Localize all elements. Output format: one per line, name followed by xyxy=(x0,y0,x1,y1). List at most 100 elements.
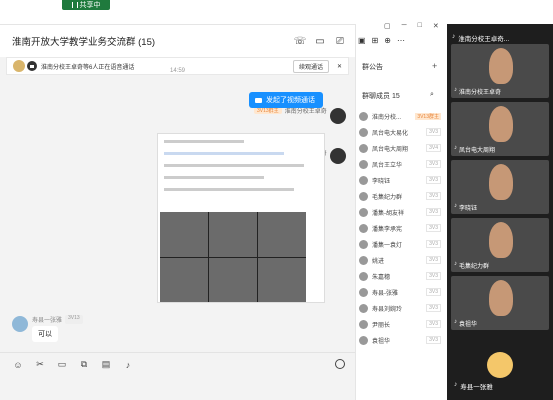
notice-title[interactable]: 群公告 xyxy=(362,62,383,72)
apps-icon[interactable]: ⊞ xyxy=(372,36,379,45)
member-item[interactable]: 淮南分校... 3V13群主 xyxy=(359,110,441,122)
more-icon[interactable]: ⋯ xyxy=(397,36,405,45)
emoji-icon[interactable]: ☺ xyxy=(12,359,24,371)
member-name: 凤台王立华 xyxy=(372,162,403,169)
member-tag: 3V3 xyxy=(426,192,441,200)
member-item[interactable]: 凤台电大周翔 3V4 xyxy=(359,142,441,154)
member-name: 凤台电大周翔 xyxy=(372,146,409,153)
member-item[interactable]: 潘集一袁灯 3V3 xyxy=(359,238,441,250)
participant-name: 袁祖华 xyxy=(459,322,478,328)
avatar xyxy=(359,223,368,233)
microphone-icon[interactable]: ♪ xyxy=(122,359,134,371)
member-name: 淮南分校... xyxy=(372,114,402,121)
video-tile[interactable]: ♪ 毛集纪力群 xyxy=(451,218,549,272)
participant-name: 淮南分校王卓奇 xyxy=(459,90,502,96)
add-icon[interactable]: ⊕ xyxy=(384,36,391,45)
screenshot-icon[interactable]: ⧉ xyxy=(78,359,90,371)
mic-icon: ♪ xyxy=(452,33,456,40)
video-call-icon[interactable]: ▭ xyxy=(313,34,327,48)
member-item[interactable]: 凤台王立华 3V3 xyxy=(359,158,441,170)
mic-icon: ♪ xyxy=(454,87,457,93)
video-cell xyxy=(258,257,306,302)
members-title: 群聊成员 15 xyxy=(362,93,400,100)
member-name: 凤台电大易化 xyxy=(372,130,409,137)
member-tag: 3V3 xyxy=(426,320,441,328)
member-item[interactable]: 袁祖华 3V3 xyxy=(359,334,441,346)
tile-label: ♪ 袁祖华 xyxy=(454,319,477,328)
banner-text: 淮南分校王卓奇等6人正在语音通话 xyxy=(41,64,135,71)
input-toolbar: ☺ ✂ ▭ ⧉ ▤ ♪ xyxy=(0,352,355,376)
maximize-icon[interactable]: □ xyxy=(418,22,422,30)
screenshot-image[interactable] xyxy=(157,133,325,303)
video-tile[interactable]: ♪ 袁祖华 xyxy=(451,276,549,330)
member-item[interactable]: 寿县-张雅 3V3 xyxy=(359,286,441,298)
screen-share-indicator[interactable]: 共享中 xyxy=(62,0,110,10)
member-tag: 3V13群主 xyxy=(415,112,441,120)
member-tag: 3V3 xyxy=(426,272,441,280)
minimize-icon[interactable]: ─ xyxy=(402,22,407,30)
screen-icon[interactable]: ▣ xyxy=(358,36,366,45)
tile-label: ♪ 凤台电大周翔 xyxy=(454,145,495,154)
member-item[interactable]: 尹丽长 3V3 xyxy=(359,318,441,330)
video-tile[interactable]: ♪ 凤台电大周翔 xyxy=(451,102,549,156)
avatar[interactable] xyxy=(12,316,28,332)
mic-icon: ♪ xyxy=(454,261,457,267)
avatar xyxy=(359,271,368,281)
member-item[interactable]: 李晓钰 3V3 xyxy=(359,174,441,186)
add-notice-icon[interactable]: + xyxy=(432,61,437,71)
search-icon[interactable]: ⌕ xyxy=(430,91,434,99)
video-tile[interactable]: ♪ 淮南分校王卓奇 xyxy=(451,44,549,98)
scissors-icon[interactable]: ✂ xyxy=(34,359,46,371)
member-item[interactable]: 朱嘉穗 3V3 xyxy=(359,270,441,282)
sender-meta: 寿县一张雅 3V13 xyxy=(32,315,83,324)
text-line xyxy=(164,140,244,143)
avatar xyxy=(13,60,25,72)
video-cell xyxy=(258,212,306,257)
close-icon[interactable]: ✕ xyxy=(337,63,342,70)
avatar[interactable] xyxy=(330,148,346,164)
avatar xyxy=(359,111,368,121)
participant-video xyxy=(489,280,513,316)
calendar-icon[interactable]: ▤ xyxy=(100,359,112,371)
signal-icon xyxy=(71,2,78,8)
mic-icon: ♪ xyxy=(454,381,458,388)
owner-tag: 3V13群主 xyxy=(254,107,282,114)
video-grid-thumbnail xyxy=(160,212,306,302)
member-tag: 3V3 xyxy=(426,224,441,232)
member-name: 姚进 xyxy=(372,258,385,265)
member-item[interactable]: 潘集-胡友祥 3V3 xyxy=(359,206,441,218)
member-tag: 3V3 xyxy=(426,304,441,312)
avatar xyxy=(359,287,368,297)
video-tile[interactable]: ♪ 李晓钰 xyxy=(451,160,549,214)
member-name: 潘集李承宪 xyxy=(372,226,403,233)
avatar xyxy=(359,143,368,153)
avatar xyxy=(359,159,368,169)
member-name: 毛集纪力群 xyxy=(372,194,403,201)
camera-icon xyxy=(255,97,262,103)
video-call-message[interactable]: 发起了视频通话 xyxy=(249,92,323,108)
member-item[interactable]: 毛集纪力群 3V3 xyxy=(359,190,441,202)
history-icon[interactable] xyxy=(335,359,345,369)
text-line xyxy=(164,188,294,191)
member-tag: 3V3 xyxy=(426,208,441,216)
message-bubble[interactable]: 可以 xyxy=(32,326,58,342)
avatar xyxy=(359,127,368,137)
folder-icon[interactable]: ▭ xyxy=(56,359,68,371)
avatar xyxy=(359,335,368,345)
close-icon[interactable]: ✕ xyxy=(433,22,439,30)
member-item[interactable]: 姚进 3V3 xyxy=(359,254,441,266)
join-call-button[interactable]: 续观通话 xyxy=(292,59,329,73)
participant-video xyxy=(489,222,513,258)
phone-icon[interactable]: ☏ xyxy=(293,34,307,48)
member-item[interactable]: 凤台电大易化 3V3 xyxy=(359,126,441,138)
participant-name: 凤台电大周翔 xyxy=(459,148,496,154)
member-item[interactable]: 寿县刘婉玲 3V3 xyxy=(359,302,441,314)
member-tag: 3V3 xyxy=(426,128,441,136)
avatar xyxy=(359,255,368,265)
avatar[interactable] xyxy=(330,108,346,124)
member-item[interactable]: 潘集李承宪 3V3 xyxy=(359,222,441,234)
member-tag: 3V13 xyxy=(65,315,83,324)
pin-icon[interactable]: ▢ xyxy=(384,22,391,30)
member-tag: 3V3 xyxy=(426,336,441,344)
share-screen-icon[interactable]: ⎚ xyxy=(333,34,347,48)
